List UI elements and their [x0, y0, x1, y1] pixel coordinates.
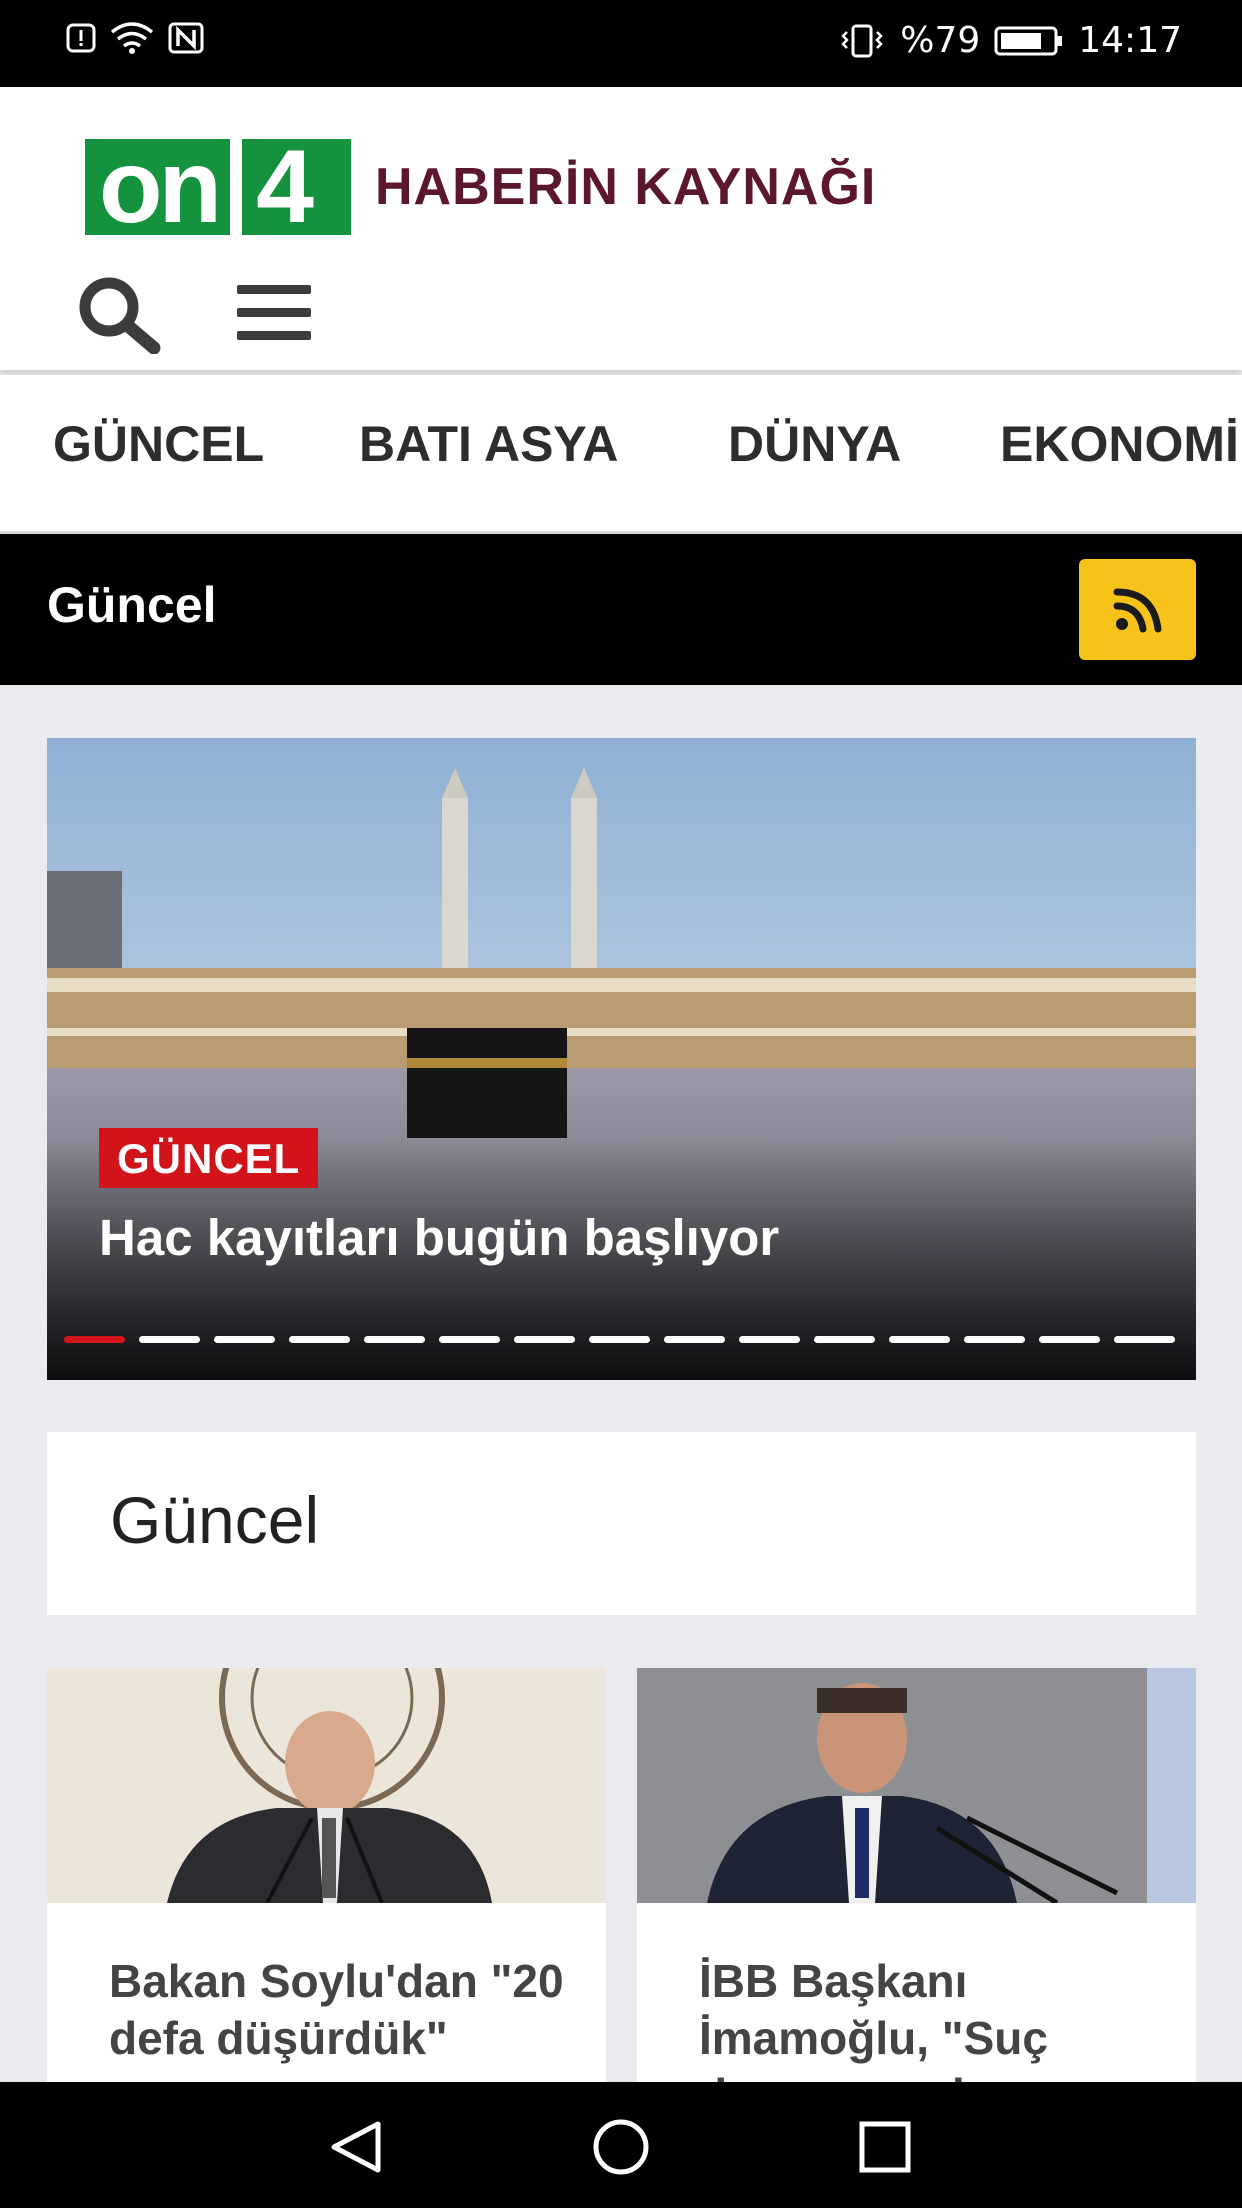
hero-headline[interactable]: Hac kayıtları bugün başlıyor	[99, 1208, 1159, 1267]
slider-dot[interactable]	[64, 1336, 125, 1343]
alert-icon	[66, 23, 96, 53]
list-section-header: Güncel	[47, 1432, 1196, 1615]
section-bar: Güncel	[0, 534, 1242, 685]
slider-dot[interactable]	[514, 1336, 575, 1343]
list-section-title: Güncel	[110, 1483, 320, 1557]
slider-dot[interactable]	[814, 1336, 875, 1343]
slider-pagination	[64, 1336, 1175, 1343]
system-nav-bar	[0, 2082, 1242, 2208]
status-left-icons	[66, 22, 204, 54]
news-card-title[interactable]: Bakan Soylu'dan "20 defa düşürdük"	[109, 1953, 569, 2067]
search-icon[interactable]	[76, 274, 162, 354]
menu-icon[interactable]	[237, 285, 311, 341]
recents-icon[interactable]	[858, 2120, 912, 2174]
battery-icon	[994, 26, 1063, 55]
slider-dot[interactable]	[139, 1336, 200, 1343]
slider-dot[interactable]	[964, 1336, 1025, 1343]
site-header: on 4 HABERİN KAYNAĞI	[0, 87, 1242, 370]
slider-dot[interactable]	[664, 1336, 725, 1343]
category-nav: GÜNCEL BATI ASYA DÜNYA EKONOMİ	[0, 375, 1242, 534]
slider-dot[interactable]	[289, 1336, 350, 1343]
slider-dot[interactable]	[1039, 1336, 1100, 1343]
slider-dot[interactable]	[364, 1336, 425, 1343]
category-dunya[interactable]: DÜNYA	[728, 415, 901, 473]
site-logo[interactable]: on 4	[85, 129, 351, 245]
logo-text-4: 4	[256, 129, 314, 245]
slider-dot[interactable]	[439, 1336, 500, 1343]
battery-percent: %79	[900, 20, 981, 61]
slider-dot[interactable]	[589, 1336, 650, 1343]
slider-dot[interactable]	[1114, 1336, 1175, 1343]
rss-icon	[1113, 588, 1161, 632]
slider-dot[interactable]	[739, 1336, 800, 1343]
site-tagline: HABERİN KAYNAĞI	[375, 158, 877, 216]
section-title: Güncel	[47, 577, 217, 633]
status-right: %79 14:17	[838, 20, 1182, 61]
back-icon[interactable]	[328, 2120, 384, 2174]
category-guncel[interactable]: GÜNCEL	[53, 415, 264, 473]
nfc-icon	[168, 22, 204, 54]
slider-dot[interactable]	[214, 1336, 275, 1343]
wifi-icon	[110, 22, 154, 54]
news-image-soylu	[47, 1668, 606, 1903]
category-ekonomi[interactable]: EKONOMİ	[1000, 415, 1239, 473]
hero-slider[interactable]: GÜNCEL Hac kayıtları bugün başlıyor	[47, 738, 1196, 1380]
category-bati-asya[interactable]: BATI ASYA	[359, 415, 618, 473]
slider-dot[interactable]	[889, 1336, 950, 1343]
status-bar: %79 14:17	[0, 0, 1242, 87]
clock: 14:17	[1078, 20, 1182, 61]
rss-button[interactable]	[1079, 559, 1196, 660]
logo-divider	[230, 139, 243, 235]
logo-text-on: on	[99, 129, 222, 245]
vibrate-icon	[841, 24, 884, 57]
home-icon[interactable]	[592, 2118, 650, 2176]
hero-image-kaaba	[47, 738, 1196, 1380]
news-image-imamoglu	[637, 1668, 1196, 1903]
hero-category-badge[interactable]: GÜNCEL	[99, 1128, 319, 1188]
